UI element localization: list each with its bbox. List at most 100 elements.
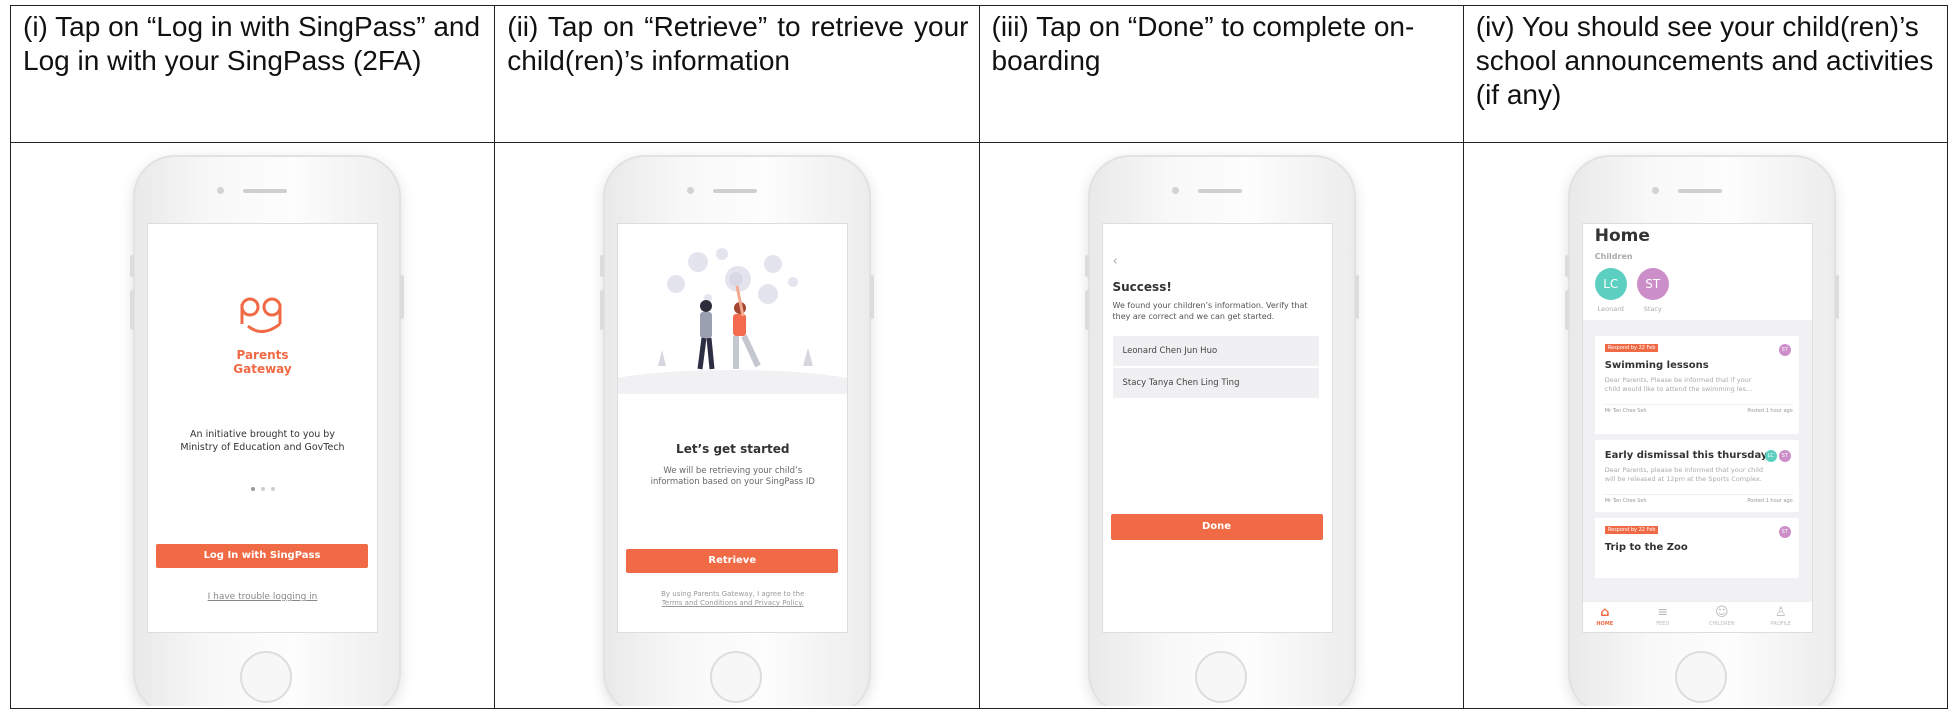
mute-switch	[130, 255, 134, 277]
home-screen: Home Children LC Leonard ST Stacy Respon…	[1581, 223, 1813, 633]
carousel-dots[interactable]	[248, 476, 278, 495]
front-camera	[687, 187, 695, 194]
announcement-feed: Respond by 22 Feb ST Swimming lessons De…	[1582, 320, 1812, 632]
front-camera	[1171, 187, 1179, 194]
announcement-card[interactable]: Early dismissal this thursday LC ST Dear…	[1594, 440, 1799, 512]
child-entry-2: Stacy Tanya Chen Ling Ting	[1112, 368, 1319, 398]
login-screen: Parents Gateway An initiative brought to…	[147, 223, 378, 633]
step-3-image-cell: ‹ Success! We found your children’s info…	[978, 142, 1464, 709]
card-body-line1: Dear Parents, please be informed that yo…	[1604, 466, 1764, 474]
initiative-line1: An initiative brought to you by	[190, 429, 335, 440]
bottom-tab-bar: ⌂ HOME ≡ FEED ☺ CHILDREN ♙ PROFILE	[1582, 601, 1812, 632]
respond-by-badge: Respond by 22 Feb	[1604, 344, 1659, 352]
card-body-line2: child would like to attend the swimming …	[1604, 385, 1753, 393]
phone-mockup: Home Children LC Leonard ST Stacy Respon…	[1564, 155, 1839, 706]
child-badge-st: ST	[1778, 526, 1791, 538]
card-body-line2: will be released at 12pm at the Sports C…	[1604, 475, 1762, 483]
mute-switch	[1564, 255, 1569, 277]
tab-profile[interactable]: ♙ PROFILE	[1761, 605, 1801, 627]
card-author: Mr Tan Chee Seh	[1604, 498, 1647, 504]
front-camera	[1651, 187, 1659, 194]
step-2-image-cell: Let’s get started We will be retrieving …	[494, 142, 980, 709]
step-2-caption-cell: (ii) Tap on “Retrieve” to retrieve your …	[494, 5, 980, 143]
terms-privacy-link[interactable]: Terms and Conditions and Privacy Policy.	[618, 599, 847, 608]
step-3-caption-cell: (iii) Tap on “Done” to complete on-board…	[978, 5, 1464, 143]
card-title: Early dismissal this thursday	[1604, 450, 1768, 461]
speaker-grille	[243, 189, 287, 193]
home-button	[240, 651, 292, 703]
home-title: Home	[1594, 226, 1650, 246]
child-badge-lc: LC	[1764, 450, 1777, 462]
avatar-child-2[interactable]: ST	[1636, 268, 1669, 300]
card-body-line1: Dear Parents, Please be informed that if…	[1604, 376, 1752, 384]
avatar-name-2: Stacy	[1643, 305, 1662, 313]
power-button	[1834, 275, 1839, 319]
children-label: Children	[1594, 252, 1633, 261]
step-1-caption: (i) Tap on “Log in with SingPass” and Lo…	[23, 11, 481, 76]
card-footer: Mr Tan Chee Seh Posted 1 hour ago	[1604, 404, 1793, 414]
done-button[interactable]: Done	[1110, 514, 1323, 540]
step-4-caption-cell: (iv) You should see your child(ren)’s sc…	[1462, 5, 1948, 143]
lets-get-started-title: Let’s get started	[676, 442, 790, 456]
card-title: Trip to the Zoo	[1604, 542, 1688, 553]
front-camera	[217, 187, 224, 194]
card-author: Mr Tan Chee Seh	[1604, 408, 1647, 414]
home-button	[1674, 651, 1727, 703]
child-entry-1: Leonard Chen Jun Huo	[1112, 336, 1319, 366]
power-button	[870, 275, 875, 319]
speaker-grille	[713, 189, 758, 193]
volume-button	[600, 290, 605, 330]
child-badge-st: ST	[1778, 344, 1791, 356]
initiative-line2: Ministry of Education and GovTech	[180, 442, 345, 453]
instruction-table: (i) Tap on “Log in with SingPass” and Lo…	[9, 5, 1948, 709]
success-desc: We found your children’s information. Ve…	[1112, 301, 1308, 321]
volume-button	[130, 290, 134, 330]
avatar-child-1[interactable]: LC	[1594, 268, 1627, 300]
brand-name-line1: Parents	[236, 348, 289, 362]
step-2-caption: (ii) Tap on “Retrieve” to retrieve your …	[507, 11, 969, 76]
trouble-logging-in-link[interactable]: I have trouble logging in	[148, 592, 377, 602]
retrieve-desc-line1: We will be retrieving your child’s	[663, 466, 803, 476]
announcement-card[interactable]: Respond by 22 Feb ST Trip to the Zoo	[1594, 518, 1799, 578]
child-badge-st: ST	[1778, 450, 1791, 462]
step-3-caption: (iii) Tap on “Done” to complete on-board…	[991, 11, 1415, 76]
caption-row: (i) Tap on “Log in with SingPass” and Lo…	[9, 5, 1948, 143]
card-posted-time: Posted 1 hour ago	[1747, 498, 1793, 504]
speaker-grille	[1677, 189, 1722, 193]
retrieve-button[interactable]: Retrieve	[626, 549, 839, 573]
power-button	[400, 275, 404, 319]
tab-children[interactable]: ☺ CHILDREN	[1702, 605, 1742, 627]
retrieve-screen: Let’s get started We will be retrieving …	[617, 223, 849, 633]
profile-icon: ♙	[1774, 605, 1787, 620]
volume-button	[1084, 290, 1089, 330]
tab-home[interactable]: ⌂ HOME	[1585, 605, 1625, 627]
retrieve-desc-line2: information based on your SingPass ID	[650, 477, 815, 487]
brand-name-line2: Gateway	[233, 362, 292, 376]
home-button	[710, 651, 763, 703]
parents-gateway-logo-icon	[240, 297, 282, 333]
back-chevron-icon[interactable]: ‹	[1113, 254, 1118, 269]
terms-line1: By using Parents Gateway, I agree to the	[661, 590, 805, 598]
children-icon: ☺	[1714, 605, 1729, 620]
phone-mockup: ‹ Success! We found your children’s info…	[1084, 155, 1359, 706]
phone-mockup: Let’s get started We will be retrieving …	[600, 155, 875, 706]
power-button	[1354, 275, 1359, 319]
home-button	[1194, 651, 1247, 703]
phone-mockup: Parents Gateway An initiative brought to…	[130, 155, 404, 706]
avatar-name-1: Leonard	[1597, 305, 1624, 313]
home-icon: ⌂	[1600, 605, 1610, 620]
step-4-caption: (iv) You should see your child(ren)’s sc…	[1475, 11, 1934, 110]
respond-by-badge: Respond by 22 Feb	[1604, 526, 1659, 534]
mute-switch	[600, 255, 605, 277]
people-bubbles-illustration	[618, 248, 848, 394]
success-title: Success!	[1112, 280, 1172, 294]
tab-feed[interactable]: ≡ FEED	[1643, 605, 1683, 627]
mute-switch	[1084, 255, 1089, 277]
card-title: Swimming lessons	[1604, 360, 1709, 371]
login-singpass-button[interactable]: Log In with SingPass	[156, 544, 368, 568]
announcement-card[interactable]: Respond by 22 Feb ST Swimming lessons De…	[1594, 336, 1799, 434]
volume-button	[1564, 290, 1569, 330]
screenshot-row: Parents Gateway An initiative brought to…	[9, 142, 1948, 709]
step-1-image-cell: Parents Gateway An initiative brought to…	[9, 142, 496, 709]
feed-icon: ≡	[1657, 605, 1669, 620]
